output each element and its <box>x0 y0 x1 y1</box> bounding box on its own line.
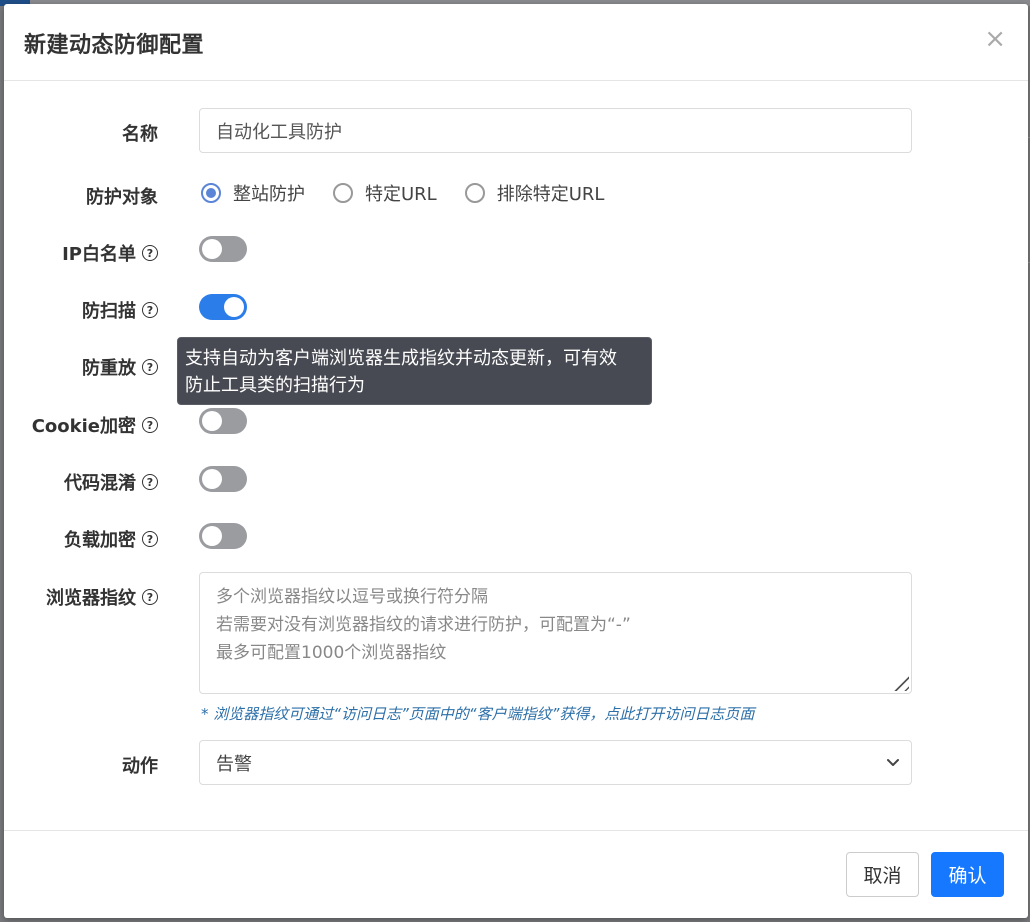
ip-whitelist-label: IP白名单 ? <box>62 240 158 266</box>
name-label: 名称 <box>122 120 158 146</box>
radio-checked-icon <box>201 183 221 203</box>
modal-header: 新建动态防御配置 × <box>4 4 1028 81</box>
target-label-text: 防护对象 <box>86 187 158 208</box>
radio-unchecked-icon <box>464 183 485 203</box>
chevron-down-icon <box>887 759 899 766</box>
anti-replay-label: 防重放 ? <box>82 354 158 380</box>
modal-title: 新建动态防御配置 <box>24 33 205 58</box>
cookie-encrypt-label-text: Cookie加密 <box>31 416 136 437</box>
name-label-text: 名称 <box>122 124 158 145</box>
name-input[interactable] <box>199 108 912 153</box>
target-label: 防护对象 <box>86 183 158 209</box>
tooltip-line: 支持自动为客户端浏览器生成指纹并动态更新，可有效 <box>185 348 617 369</box>
anti-scan-switch[interactable] <box>199 294 247 320</box>
confirm-button[interactable]: 确认 <box>931 852 1004 897</box>
help-icon[interactable]: ? <box>142 359 158 375</box>
radio-unchecked-icon <box>333 183 353 203</box>
radio-whole-site[interactable]: 整站防护 <box>201 180 305 206</box>
action-label: 动作 <box>122 752 158 778</box>
browser-fingerprint-label: 浏览器指纹 ? <box>46 584 158 610</box>
action-label-text: 动作 <box>122 756 158 777</box>
ip-whitelist-switch[interactable] <box>199 236 247 262</box>
cookie-encrypt-label: Cookie加密 ? <box>32 412 158 438</box>
switch-knob <box>202 411 222 431</box>
help-icon[interactable]: ? <box>142 589 158 605</box>
help-icon[interactable]: ? <box>142 245 158 261</box>
radio-exclude-url[interactable]: 排除特定URL <box>464 180 605 206</box>
anti-scan-tooltip: 支持自动为客户端浏览器生成指纹并动态更新，可有效 防止工具类的扫描行为 <box>177 337 652 405</box>
payload-encrypt-switch[interactable] <box>199 523 247 549</box>
browser-fingerprint-textarea[interactable]: 多个浏览器指纹以逗号或换行符分隔 若需要对没有浏览器指纹的请求进行防护，可配置为… <box>199 572 912 694</box>
switch-knob <box>202 526 222 546</box>
switch-knob <box>224 297 244 317</box>
help-icon[interactable]: ? <box>142 474 158 490</box>
payload-encrypt-label-text: 负载加密 <box>64 530 136 551</box>
action-select[interactable]: 告警 <box>199 740 912 785</box>
access-log-link[interactable]: * 浏览器指纹可通过“访问日志”页面中的“客户端指纹”获得，点此打开访问日志页面 <box>201 703 754 724</box>
action-selected-value: 告警 <box>216 753 252 775</box>
ip-whitelist-label-text: IP白名单 <box>62 244 136 265</box>
radio-specific-url[interactable]: 特定URL <box>333 180 437 206</box>
radio-label: 整站防护 <box>233 184 305 205</box>
resize-handle-icon[interactable] <box>889 671 909 691</box>
placeholder-line: 若需要对没有浏览器指纹的请求进行防护，可配置为“-” <box>216 615 631 635</box>
code-obfuscation-label-text: 代码混淆 <box>64 473 136 494</box>
close-icon[interactable]: × <box>984 24 1006 54</box>
modal-footer: 取消 确认 <box>4 830 1028 919</box>
payload-encrypt-label: 负载加密 ? <box>64 526 158 552</box>
anti-replay-label-text: 防重放 <box>82 358 136 379</box>
code-obfuscation-label: 代码混淆 ? <box>64 469 158 495</box>
radio-label: 特定URL <box>365 184 437 205</box>
switch-knob <box>202 239 222 259</box>
cancel-button[interactable]: 取消 <box>846 852 919 897</box>
cookie-encrypt-switch[interactable] <box>199 408 247 434</box>
radio-label: 排除特定URL <box>496 184 605 205</box>
dynamic-defense-modal: 新建动态防御配置 × 名称 防护对象 整站防护 特定URL 排除特定URL IP… <box>4 4 1028 918</box>
anti-scan-label: 防扫描 ? <box>82 297 158 323</box>
browser-fingerprint-label-text: 浏览器指纹 <box>46 588 136 609</box>
help-icon[interactable]: ? <box>142 302 158 318</box>
switch-knob <box>202 469 222 489</box>
tooltip-line: 防止工具类的扫描行为 <box>185 375 365 396</box>
code-obfuscation-switch[interactable] <box>199 466 247 492</box>
help-icon[interactable]: ? <box>142 417 158 433</box>
help-icon[interactable]: ? <box>142 531 158 547</box>
placeholder-line: 最多可配置1000个浏览器指纹 <box>216 643 447 663</box>
target-radio-group: 整站防护 特定URL 排除特定URL <box>201 180 632 206</box>
anti-scan-label-text: 防扫描 <box>82 301 136 322</box>
placeholder-line: 多个浏览器指纹以逗号或换行符分隔 <box>216 587 488 607</box>
